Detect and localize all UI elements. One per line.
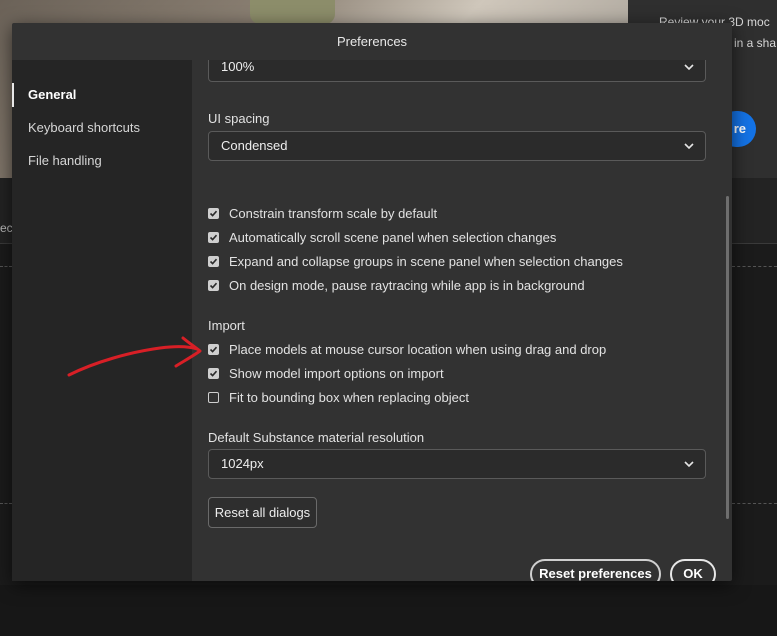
- red-annotation-arrow: [67, 336, 202, 377]
